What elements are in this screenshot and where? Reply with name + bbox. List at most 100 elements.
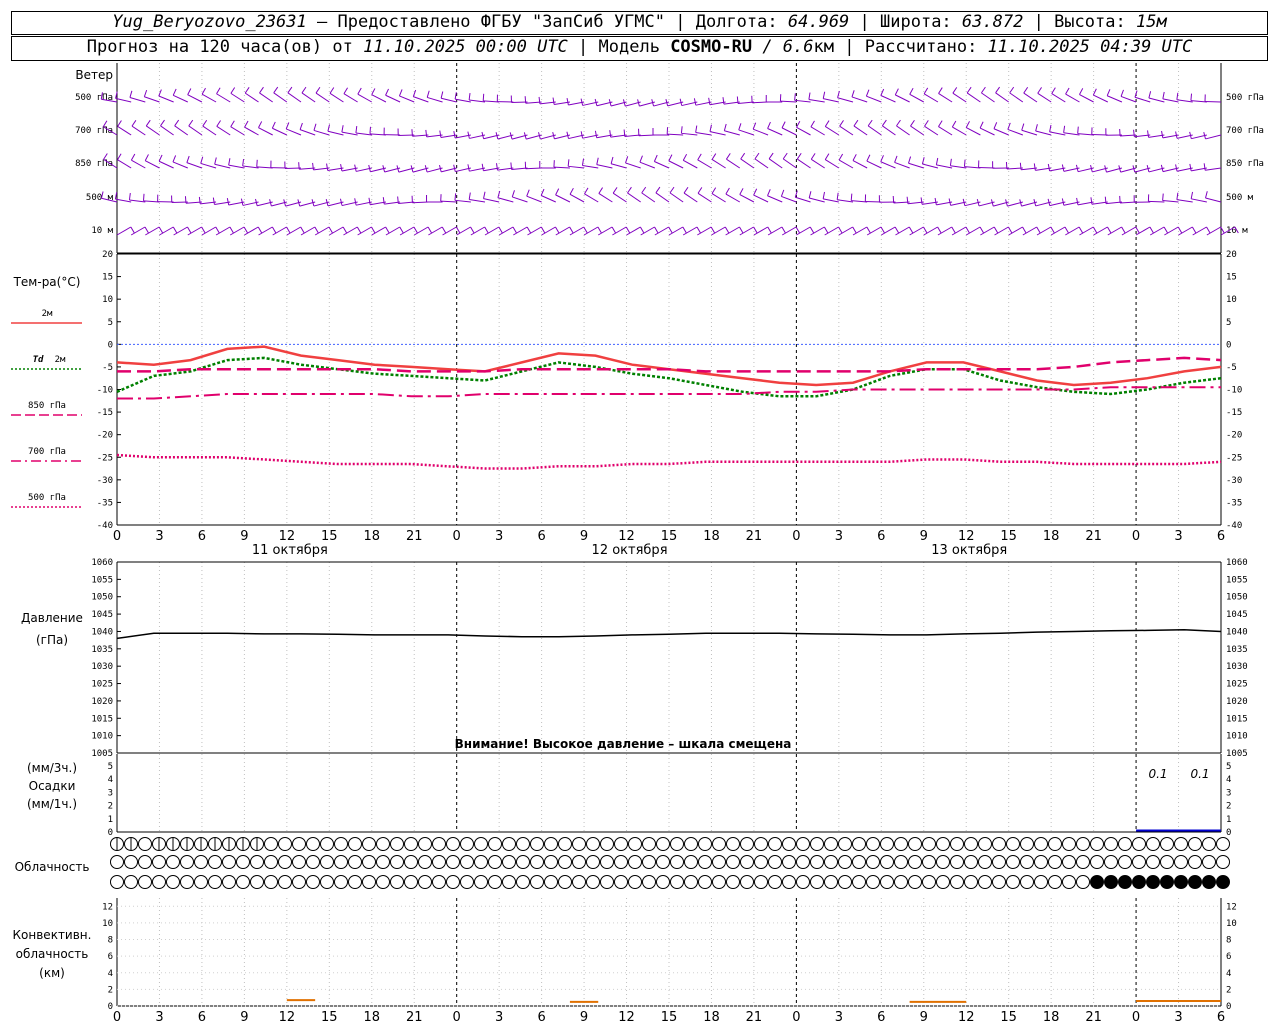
wind-barb-flag	[244, 87, 250, 94]
cloud-circle	[152, 875, 166, 889]
wind-barb	[839, 125, 854, 136]
wind-barb	[1162, 98, 1179, 103]
x-tick-label: 0	[1132, 529, 1140, 544]
wind-level-label: 500 гПа	[75, 93, 113, 103]
wind-barb-flag	[301, 86, 307, 94]
wind-barb	[555, 194, 571, 203]
wind-barb-flag	[836, 192, 839, 200]
cloud-circle	[810, 875, 824, 889]
wind-level-label-right: 850 гПа	[1226, 159, 1264, 169]
cloud-circle	[474, 875, 488, 889]
precip-tick-left: 2	[108, 802, 113, 812]
cloud-circle	[810, 855, 824, 869]
wind-barb-flag	[298, 162, 300, 170]
wind-barb	[1023, 92, 1038, 103]
wind-barb-flag	[300, 226, 305, 234]
wind-barb	[695, 131, 712, 136]
x-tick-label-bottom: 9	[240, 1010, 248, 1024]
wind-barb-flag	[202, 119, 208, 127]
cloud-circle	[838, 837, 852, 851]
wind-barb	[116, 226, 132, 236]
wind-barb	[483, 100, 500, 103]
wind-barb-flag	[908, 226, 914, 234]
wind-barb-flag	[794, 93, 796, 101]
cloud-circle	[768, 855, 782, 869]
wind-barb-flag	[1022, 226, 1027, 234]
x-tick-label-bottom: 18	[1043, 1010, 1060, 1024]
wind-barb-flag	[1092, 226, 1098, 234]
cloud-circle	[320, 875, 334, 889]
wind-barb	[1176, 99, 1193, 103]
x-tick-label-bottom: 6	[877, 1010, 885, 1024]
temp-tick-left: -25	[97, 453, 113, 463]
wind-barb-flag	[145, 119, 151, 127]
x-tick-label: 3	[835, 529, 843, 544]
cloud-circle	[194, 855, 208, 869]
legend-td-2m: 2м	[55, 355, 66, 365]
x-tick-label-bottom: 0	[113, 1010, 121, 1024]
cloud-circle	[922, 855, 936, 869]
cloud-circle	[1062, 875, 1076, 889]
wind-barb-flag	[569, 187, 574, 195]
wind-barb-flag	[1149, 226, 1154, 234]
cloud-circle	[180, 875, 194, 889]
wind-barb	[357, 93, 373, 103]
wind-barb	[697, 192, 712, 203]
wind-barb-flag	[385, 88, 389, 96]
precip-tick-right: 4	[1226, 775, 1231, 785]
cloud-circle	[852, 855, 866, 869]
cloud-circle	[222, 875, 236, 889]
wind-barb-flag	[201, 226, 206, 234]
wind-barb	[200, 162, 217, 169]
wind-barb	[369, 133, 386, 136]
cloud-circle	[964, 837, 978, 851]
wind-barb-flag	[1163, 226, 1169, 234]
wind-barb	[440, 200, 457, 203]
wind-barb-flag	[910, 119, 915, 127]
cloud-circle	[1146, 837, 1160, 851]
wind-barb	[1077, 133, 1094, 136]
wind-barb-flag	[796, 152, 802, 160]
wind-barb-flag	[596, 157, 599, 165]
cloud-circle	[488, 837, 502, 851]
wind-barb-flag	[555, 188, 560, 196]
x-tick-label-bottom: 3	[495, 1010, 503, 1024]
conv-tick-right: 0	[1226, 1002, 1231, 1012]
wind-barb	[1105, 201, 1122, 205]
wind-barb-flag	[467, 164, 470, 172]
wind-barb-flag	[709, 124, 712, 132]
cloud-circle	[992, 837, 1006, 851]
cloud-circle	[1034, 875, 1048, 889]
cloud-circle	[138, 875, 152, 889]
pressure-title: Давление	[21, 611, 83, 625]
cloud-circle	[432, 855, 446, 869]
cloud-circle	[642, 855, 656, 869]
x-tick-label-bottom: 18	[703, 1010, 720, 1024]
cloud-circle	[1104, 855, 1118, 869]
wind-barb	[129, 199, 146, 203]
cloud-circle	[544, 875, 558, 889]
cloud-circle	[278, 837, 292, 851]
wind-barb-flag	[853, 119, 859, 127]
wind-barb	[808, 98, 825, 103]
wind-barb-flag	[625, 226, 631, 234]
cloud-circle	[306, 875, 320, 889]
wind-barb-flag	[909, 87, 914, 95]
cloud-circle	[362, 855, 376, 869]
wind-barb-flag	[1121, 226, 1126, 234]
cloud-circle	[810, 837, 824, 851]
wind-barb	[483, 198, 500, 203]
x-tick-label: 6	[877, 529, 885, 544]
wind-barb-flag	[1019, 162, 1022, 170]
cloud-circle	[180, 855, 194, 869]
cloud-circle	[404, 837, 418, 851]
cloud-circle	[474, 837, 488, 851]
wind-barb-flag	[1134, 90, 1138, 98]
cloud-circle	[1160, 875, 1174, 889]
cloud-circle	[264, 855, 278, 869]
cloud-circle	[656, 837, 670, 851]
wind-barb-flag	[343, 87, 348, 94]
wind-barb	[1021, 129, 1038, 136]
wind-barb-flag	[823, 226, 829, 234]
press-tick-left: 1010	[91, 732, 113, 742]
